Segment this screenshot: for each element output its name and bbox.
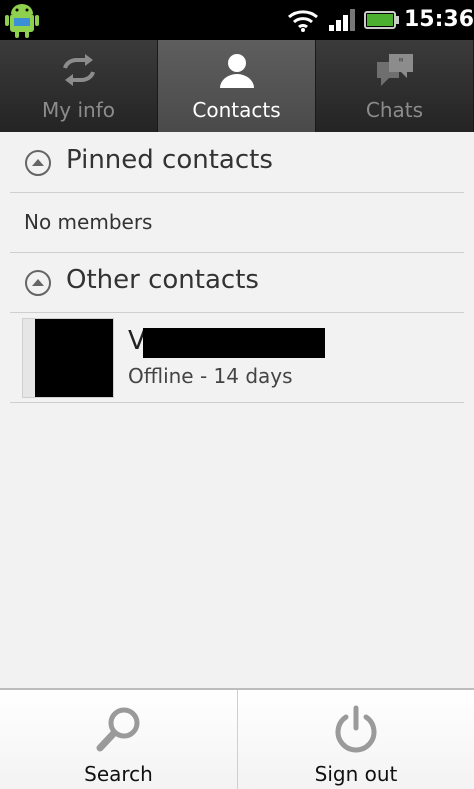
sign-out-button[interactable]: Sign out — [237, 690, 474, 789]
contacts-list: Pinned contacts No members Other contact… — [0, 132, 474, 688]
battery-icon — [364, 11, 400, 33]
divider — [10, 312, 464, 313]
tab-my-info[interactable]: My info — [0, 40, 158, 132]
signal-icon — [329, 9, 357, 35]
section-title-pinned: Pinned contacts — [66, 145, 273, 175]
wifi-icon — [287, 8, 319, 36]
tab-contacts[interactable]: Contacts — [158, 40, 316, 132]
divider — [10, 402, 464, 403]
search-label: Search — [84, 762, 153, 786]
clock-time: 15:36 — [404, 7, 474, 32]
contact-status: Offline - 14 days — [128, 364, 293, 388]
avatar — [35, 319, 113, 397]
power-icon — [330, 704, 382, 760]
contact-list-item[interactable]: V Offline - 14 days — [0, 314, 474, 402]
status-bar: 15:36 — [0, 0, 474, 40]
collapse-up-icon — [24, 269, 52, 301]
android-icon — [4, 2, 40, 42]
other-contacts-header[interactable]: Other contacts — [0, 252, 474, 312]
redaction-bar — [143, 328, 325, 358]
divider — [10, 192, 464, 193]
tab-label-contacts: Contacts — [192, 98, 281, 122]
tab-bar: My info Contacts " Chats — [0, 40, 474, 132]
bottom-action-bar: Search Sign out — [0, 688, 474, 789]
tab-chats[interactable]: " Chats — [316, 40, 474, 132]
sync-icon — [57, 50, 101, 94]
collapse-up-icon — [24, 149, 52, 181]
section-title-other: Other contacts — [66, 265, 259, 295]
chat-bubbles-icon: " — [373, 50, 417, 94]
person-icon — [215, 50, 259, 94]
sign-out-label: Sign out — [314, 762, 398, 786]
search-button[interactable]: Search — [0, 690, 237, 789]
search-icon — [93, 704, 145, 760]
tab-label-chats: Chats — [365, 98, 424, 122]
svg-text:": " — [398, 56, 404, 70]
tab-label-my-info: My info — [42, 98, 115, 122]
pinned-contacts-header[interactable]: Pinned contacts — [0, 132, 474, 192]
empty-state-text: No members — [24, 210, 153, 234]
